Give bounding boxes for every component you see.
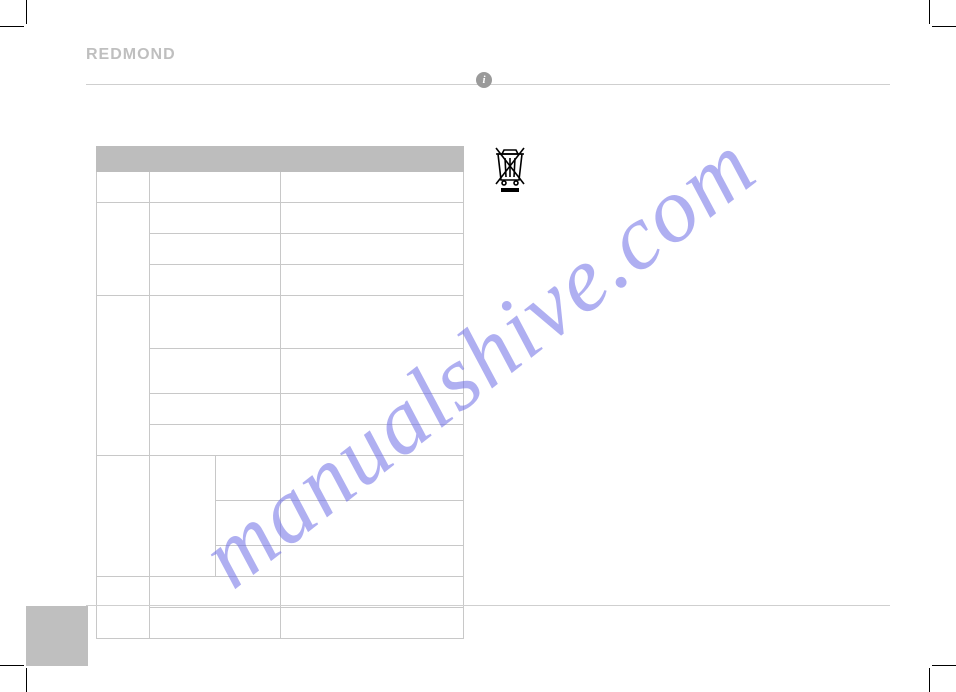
table-row [97,265,464,296]
table-header-row [97,147,464,172]
weee-bin-icon [493,144,527,192]
table-row [97,608,464,639]
table-row [97,296,464,349]
table-row [97,203,464,234]
table-row [97,234,464,265]
table-row [97,172,464,203]
crop-mark [932,26,956,27]
specs-table [96,146,464,639]
crop-mark [0,665,24,666]
crop-mark [929,668,930,692]
info-icon: i [476,72,492,88]
table-header [150,147,281,172]
table-row [97,456,464,501]
table-header [281,147,464,172]
table-row [97,577,464,608]
table-row [97,425,464,456]
crop-mark [26,668,27,692]
page-number-box [26,606,88,666]
brand-logo: REDMOND [86,46,176,64]
footer-rule [86,605,890,606]
crop-mark [929,0,930,24]
crop-mark [932,665,956,666]
crop-mark [0,26,24,27]
table-header [97,147,150,172]
crop-mark [26,0,27,24]
table-row [97,394,464,425]
table-row [97,349,464,394]
page-area: REDMOND i [26,26,930,666]
